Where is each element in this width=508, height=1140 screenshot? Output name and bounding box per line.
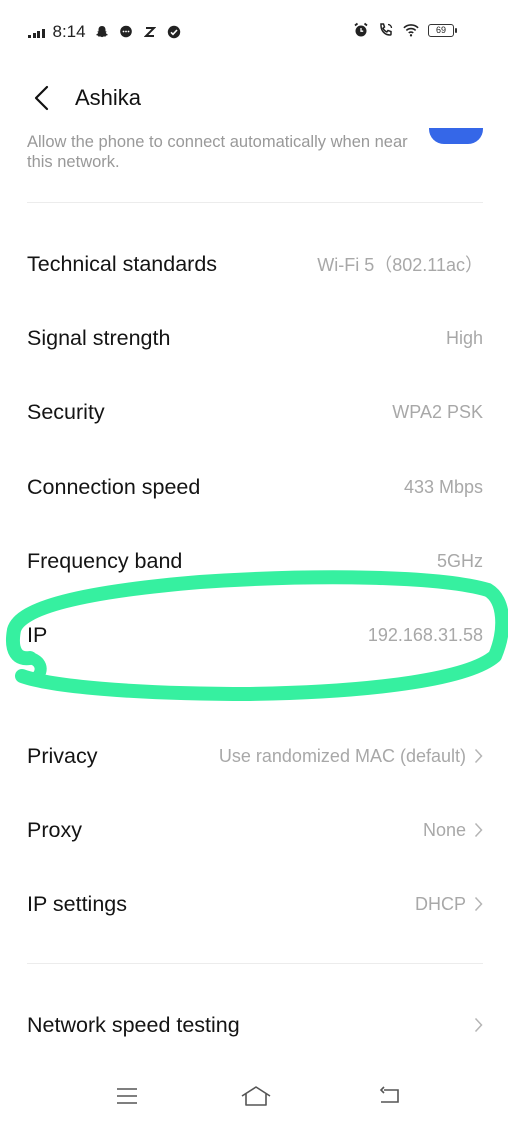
- setting-label: Privacy: [27, 743, 98, 768]
- detail-value: 433 Mbps: [403, 476, 483, 497]
- back-icon[interactable]: [370, 1076, 410, 1116]
- chevron-right-icon: [474, 1017, 483, 1033]
- clock: 8:14: [52, 22, 86, 41]
- divider: [27, 202, 483, 203]
- detail-label: Frequency band: [27, 548, 183, 573]
- chevron-right-icon: [474, 748, 483, 764]
- setting-value-wrap: Use randomized MAC (default): [219, 746, 483, 767]
- setting-value-wrap: DHCP: [415, 894, 483, 915]
- detail-row-frequency-band: Frequency band 5GHz: [27, 541, 483, 581]
- header: Ashika: [0, 76, 508, 120]
- status-bar: 8:14 69: [0, 0, 508, 66]
- detail-value: WPA2 PSK: [392, 401, 483, 422]
- setting-row-proxy[interactable]: Proxy None: [27, 810, 483, 850]
- wifi-icon: [403, 22, 419, 38]
- menu-icon[interactable]: [107, 1076, 147, 1116]
- detail-row-security: Security WPA2 PSK: [27, 392, 483, 432]
- signal-icon: [28, 26, 45, 38]
- setting-value: None: [422, 819, 466, 840]
- detail-value: High: [445, 327, 483, 348]
- detail-row-technical-standards: Technical standards Wi-Fi 5（802.11ac）: [27, 244, 483, 284]
- detail-row-signal-strength: Signal strength High: [27, 318, 483, 358]
- alarm-icon: [353, 22, 369, 38]
- z-icon: [142, 24, 158, 40]
- setting-row-ip-settings[interactable]: IP settings DHCP: [27, 884, 483, 924]
- setting-value-wrap: None: [423, 820, 483, 841]
- setting-row-privacy[interactable]: Privacy Use randomized MAC (default): [27, 736, 483, 776]
- chevron-right-icon: [474, 822, 483, 838]
- divider: [27, 963, 483, 964]
- auto-connect-toggle[interactable]: [429, 128, 483, 144]
- chevron-right-icon: [474, 896, 483, 912]
- detail-label: IP: [27, 622, 48, 647]
- detail-value: 5GHz: [436, 550, 483, 571]
- detail-label: Security: [27, 399, 105, 424]
- detail-value: Wi-Fi 5（802.11ac）: [317, 255, 483, 275]
- auto-connect-row[interactable]: Allow the phone to connect automatically…: [27, 128, 483, 198]
- setting-value: DHCP: [414, 893, 466, 914]
- status-bar-right: 69: [353, 22, 457, 38]
- battery-icon: 69: [428, 23, 457, 37]
- detail-label: Signal strength: [27, 325, 171, 350]
- detail-row-connection-speed: Connection speed 433 Mbps: [27, 467, 483, 507]
- page-title: Ashika: [75, 85, 142, 110]
- detail-value: 192.168.31.58: [367, 624, 483, 645]
- setting-value: Use randomized MAC (default): [218, 745, 466, 766]
- status-bar-left: 8:14: [28, 22, 182, 42]
- chevron-left-icon[interactable]: [32, 84, 54, 112]
- detail-row-ip: IP 192.168.31.58: [27, 615, 483, 655]
- auto-connect-description: Allow the phone to connect automatically…: [27, 133, 408, 171]
- call-icon: [378, 22, 394, 38]
- navigation-bar: [0, 1056, 508, 1140]
- chat-icon: [118, 24, 134, 40]
- setting-label: IP settings: [27, 891, 127, 916]
- home-icon[interactable]: [236, 1076, 276, 1116]
- setting-label: Proxy: [27, 817, 82, 842]
- detail-label: Technical standards: [27, 251, 218, 276]
- snapchat-icon: [94, 24, 110, 40]
- check-icon: [166, 24, 182, 40]
- setting-label: Network speed testing: [27, 1012, 240, 1037]
- detail-label: Connection speed: [27, 474, 201, 499]
- setting-row-network-speed-testing[interactable]: Network speed testing: [27, 1005, 483, 1045]
